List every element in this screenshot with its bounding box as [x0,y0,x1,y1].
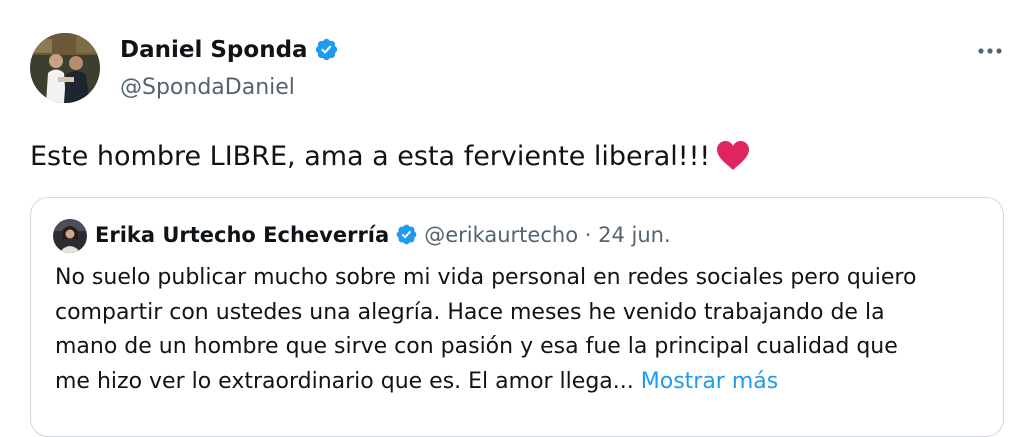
tweet-text: Este hombre LIBRE, ama a esta ferviente … [30,139,750,182]
quoted-author-avatar[interactable] [53,219,87,253]
verified-badge-icon [395,223,418,254]
quoted-text-line: me hizo ver lo extraordinario que es. El… [55,368,634,394]
separator-dot: · [584,223,592,247]
quoted-author-name[interactable]: Erika Urtecho Echeverría [95,223,389,247]
avatar-photo-icon [53,219,87,253]
verified-badge-icon [314,37,339,70]
author-name-text[interactable]: Daniel Sponda [120,37,308,63]
more-options-button[interactable] [972,36,1008,66]
tweet-text-content: Este hombre LIBRE, ama a esta ferviente … [30,141,711,172]
quoted-author-handle[interactable]: @erikaurtecho [424,223,578,247]
quoted-text-last-line: me hizo ver lo extraordinario que es. El… [55,365,985,400]
tweet-card: Daniel Sponda @SpondaDaniel Este hombre … [0,0,1020,437]
quoted-date[interactable]: 24 jun. [598,223,671,247]
quoted-text-line: compartir con ustedes una alegría. Hace … [55,299,885,325]
heart-icon [716,140,750,182]
more-icon [978,48,1002,54]
quoted-header: Erika Urtecho Echeverría @erikaurtecho · … [95,220,671,254]
quoted-text-line: No suelo publicar mucho sobre mi vida pe… [55,265,917,290]
author-handle[interactable]: @SpondaDaniel [120,73,295,103]
quoted-tweet[interactable]: Erika Urtecho Echeverría @erikaurtecho · … [30,197,1004,437]
avatar-photo-icon [30,33,100,103]
author-avatar[interactable] [30,33,100,103]
author-name[interactable]: Daniel Sponda [120,35,339,70]
show-more-link[interactable]: Mostrar más [641,369,778,394]
quoted-text-line: mano de un hombre que sirve con pasión y… [55,334,898,359]
quoted-text: No suelo publicar mucho sobre mi vida pe… [55,261,985,399]
